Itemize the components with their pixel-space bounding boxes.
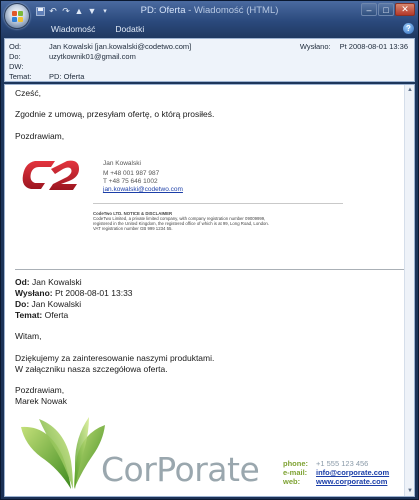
codetwo-logo-icon <box>22 160 79 190</box>
scroll-up-icon[interactable]: ▲ <box>406 86 414 94</box>
fwd-from-value: Jan Kowalski <box>32 277 82 287</box>
window-controls: – □ ✕ <box>361 3 415 16</box>
help-icon[interactable]: ? <box>403 23 414 34</box>
disclaimer-line: VAT registration number GB 999 1234 55. <box>93 226 173 231</box>
subject-value: PD: Oferta <box>49 72 85 81</box>
sent-label: Wysłano: <box>299 42 331 51</box>
fwd-signer: Marek Nowak <box>15 396 67 406</box>
corporate-logo-text: CorPorate <box>101 450 260 489</box>
fwd-sent-row: Wysłano: Pt 2008-08-01 13:33 <box>15 288 133 298</box>
message-subject-title: PD: Oferta <box>140 5 186 16</box>
corp-email-label: e-mail: <box>283 468 308 477</box>
fwd-body-line: Dziękujemy za zainteresowanie naszymi pr… <box>15 353 215 363</box>
scroll-down-icon[interactable]: ▼ <box>406 487 414 495</box>
fwd-subject-row: Temat: Oferta <box>15 310 68 320</box>
corp-email-link[interactable]: info@corporate.com <box>316 468 389 477</box>
tab-addins[interactable]: Dodatki <box>105 23 154 35</box>
title-bar: ↶ ↷ ▲ ▼ ▾ PD: Oferta - Wiadomość (HTML) … <box>1 1 418 29</box>
cc-label: DW: <box>9 62 24 71</box>
minimize-icon[interactable]: – <box>361 3 377 16</box>
signature-mobile: M +48 001 987 987 <box>103 170 160 177</box>
window-title: PD: Oferta - Wiadomość (HTML) <box>1 5 418 16</box>
body-line: Zgodnie z umową, przesyłam ofertę, o któ… <box>15 109 215 119</box>
title-separator: - <box>185 5 194 16</box>
corp-web-label: web: <box>283 477 301 486</box>
message-body[interactable]: Cześć, Zgodnie z umową, przesyłam ofertę… <box>4 84 415 497</box>
fwd-from-label: Od: <box>15 277 30 287</box>
corp-email-link-row: info@corporate.com <box>316 468 389 477</box>
fwd-from-row: Od: Jan Kowalski <box>15 277 82 287</box>
fwd-to-row: Do: Jan Kowalski <box>15 299 81 309</box>
subject-label: Temat: <box>9 72 32 81</box>
fwd-closing: Pozdrawiam, <box>15 385 65 395</box>
forward-divider <box>15 269 405 270</box>
corp-phone-value: +1 555 123 456 <box>316 459 369 468</box>
office-logo-icon <box>12 11 24 23</box>
corporate-leaf-icon <box>21 417 105 489</box>
corp-web-link-row: www.corporate.com <box>316 477 387 486</box>
corp-phone-value-row: +1 555 123 456 <box>316 459 368 468</box>
closing: Pozdrawiam, <box>15 131 65 141</box>
fwd-subject-value: Oferta <box>44 310 69 320</box>
vertical-scrollbar[interactable]: ▲ ▼ <box>404 85 414 496</box>
sent-row: Wysłano: Pt 2008-08-01 13:36 <box>300 42 408 51</box>
sent-value: Pt 2008-08-01 13:36 <box>339 42 408 51</box>
app-name-title: Wiadomość (HTML) <box>193 5 279 16</box>
fwd-to-label: Do: <box>15 299 30 309</box>
fwd-greeting: Witam, <box>15 331 42 341</box>
to-value[interactable]: uzytkownik01@gmail.com <box>49 52 136 61</box>
signature-name: Jan Kowalski <box>103 160 141 167</box>
from-label: Od: <box>9 42 22 51</box>
corp-web-link[interactable]: www.corporate.com <box>316 477 387 486</box>
corp-email-row: e-mail: <box>283 468 307 477</box>
fwd-to-value: Jan Kowalski <box>31 299 82 309</box>
greeting: Cześć, <box>15 88 41 98</box>
message-header: Od: Jan Kowalski [jan.kowalski@codetwo.c… <box>4 38 415 82</box>
corp-phone-label: phone: <box>283 459 308 468</box>
fwd-sent-label: Wysłano: <box>15 288 53 298</box>
fwd-sent-value: Pt 2008-08-01 13:33 <box>55 288 133 298</box>
signature-phone: T +48 75 646 1002 <box>103 178 158 185</box>
fwd-body-line: W załączniku nasza szczegółowa oferta. <box>15 364 168 374</box>
close-icon[interactable]: ✕ <box>395 3 415 16</box>
to-label: Do: <box>9 52 21 61</box>
from-value[interactable]: Jan Kowalski [jan.kowalski@codetwo.com] <box>49 42 191 51</box>
outlook-message-window: ↶ ↷ ▲ ▼ ▾ PD: Oferta - Wiadomość (HTML) … <box>0 0 419 500</box>
office-button[interactable] <box>4 3 30 29</box>
ribbon-tabs: Wiadomość Dodatki <box>41 23 154 35</box>
maximize-icon[interactable]: □ <box>378 3 394 16</box>
signature-email-link[interactable]: jan.kowalski@codetwo.com <box>103 186 183 193</box>
corp-phone-row: phone: <box>283 459 308 468</box>
tab-message[interactable]: Wiadomość <box>41 23 105 35</box>
corp-web-row: web: <box>283 477 300 486</box>
signature-divider <box>93 203 343 204</box>
fwd-subject-label: Temat: <box>15 310 43 320</box>
